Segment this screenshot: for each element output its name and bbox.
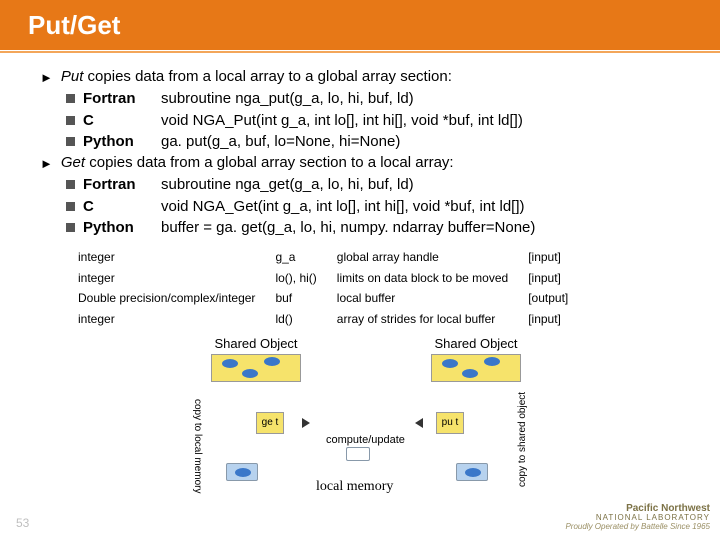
- oval-icon: [242, 369, 258, 378]
- shared-label: Shared Object: [176, 337, 336, 351]
- shared-box: [211, 354, 301, 382]
- oval-icon: [442, 359, 458, 368]
- copy-local-label: copy to local memory: [190, 399, 204, 493]
- get-box: ge t: [256, 412, 284, 434]
- local-box: [226, 463, 258, 481]
- footer: Pacific Northwest NATIONAL LABORATORY Pr…: [565, 503, 710, 532]
- oval-icon: [484, 357, 500, 366]
- put-box: pu t: [436, 412, 464, 434]
- bullet-put: ► Put copies data from a local array to …: [40, 67, 692, 88]
- bullet-text: Get copies data from a global array sect…: [61, 153, 454, 174]
- oval-icon: [264, 357, 280, 366]
- slide-title: Put/Get: [28, 10, 120, 41]
- square-icon: [66, 223, 75, 232]
- square-icon: [66, 94, 75, 103]
- square-icon: [66, 137, 75, 146]
- table-row: integerlo(), hi()limits on data block to…: [78, 270, 586, 289]
- square-icon: [66, 116, 75, 125]
- sub-bullet: Cvoid NGA_Get(int g_a, int lo[], int hi[…: [66, 196, 692, 218]
- square-icon: [66, 202, 75, 211]
- sub-bullet: Fortransubroutine nga_get(g_a, lo, hi, b…: [66, 174, 692, 196]
- page-number: 53: [16, 516, 29, 530]
- shared-right: Shared Object: [396, 337, 556, 381]
- shared-box: [431, 354, 521, 382]
- square-icon: [66, 180, 75, 189]
- compute-label: compute/update: [326, 433, 405, 448]
- bullet-get: ► Get copies data from a global array se…: [40, 153, 692, 174]
- oval-icon: [235, 468, 251, 477]
- local-memory-label: local memory: [316, 477, 393, 496]
- sub-bullet: Cvoid NGA_Put(int g_a, int lo[], int hi[…: [66, 110, 692, 132]
- arrow-icon: [415, 418, 423, 428]
- copy-shared-label: copy to shared object: [516, 392, 530, 487]
- oval-icon: [222, 359, 238, 368]
- oval-icon: [462, 369, 478, 378]
- sub-bullet: Fortransubroutine nga_put(g_a, lo, hi, b…: [66, 88, 692, 110]
- triangle-icon: ►: [40, 153, 53, 174]
- params-table: integerg_aglobal array handle[input] int…: [76, 247, 588, 331]
- arrow-icon: [302, 418, 310, 428]
- oval-icon: [465, 468, 481, 477]
- content-area: ► Put copies data from a local array to …: [0, 53, 720, 497]
- table-row: Double precision/complex/integerbuflocal…: [78, 290, 586, 309]
- local-box: [456, 463, 488, 481]
- sub-bullet: Pythonga. put(g_a, buf, lo=None, hi=None…: [66, 131, 692, 153]
- operated-by: Proudly Operated by Battelle Since 1965: [565, 523, 710, 532]
- table-row: integerld()array of strides for local bu…: [78, 311, 586, 330]
- title-bar: Put/Get: [0, 0, 720, 50]
- shared-label: Shared Object: [396, 337, 556, 351]
- bullet-text: Put copies data from a local array to a …: [61, 67, 452, 88]
- sub-bullet: Pythonbuffer = ga. get(g_a, lo, hi, nump…: [66, 217, 692, 239]
- table-row: integerg_aglobal array handle[input]: [78, 249, 586, 268]
- local-box: [346, 447, 370, 461]
- diagram: Shared Object Shared Object copy to loca…: [146, 337, 586, 497]
- triangle-icon: ►: [40, 67, 53, 88]
- shared-left: Shared Object: [176, 337, 336, 381]
